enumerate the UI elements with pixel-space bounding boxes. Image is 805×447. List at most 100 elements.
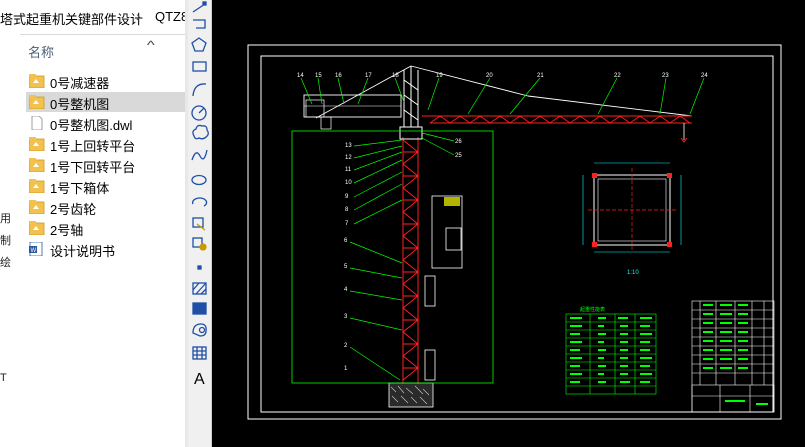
table-title: 起重性能表 (580, 306, 605, 313)
arc-tool-icon (192, 83, 207, 97)
callout-15: 15 (315, 73, 322, 79)
callout-7: 7 (345, 221, 349, 227)
callout-3: 3 (344, 314, 348, 320)
base-plan-detail (582, 162, 682, 253)
callout-25: 25 (455, 153, 462, 159)
callout-14: 14 (297, 73, 304, 79)
callout-6: 6 (344, 238, 348, 244)
make-block-icon (192, 237, 207, 251)
draw-toolbar: A (188, 0, 212, 447)
callout-20: 20 (486, 73, 493, 79)
word-doc-icon: W (29, 241, 45, 257)
callout-1: 1 (344, 366, 348, 372)
cad-file-icon (28, 74, 45, 89)
callout-10: 10 (345, 180, 352, 186)
ellipse-tool-icon (191, 174, 207, 186)
breadcrumb-separator-icon[interactable]: › (136, 8, 141, 24)
rectangle-tool-icon (192, 61, 207, 72)
file-name-label: 1号下回转平台 (50, 160, 136, 175)
callout-19: 19 (436, 73, 443, 79)
line-tool-icon (192, 1, 207, 13)
blank-file-icon (29, 115, 45, 131)
file-name-label: 1号下箱体 (50, 181, 110, 196)
scale-label: 1:10 (627, 270, 639, 276)
cad-file-icon (28, 179, 45, 194)
callout-21: 21 (537, 73, 544, 79)
callout-12: 12 (345, 155, 352, 161)
file-list-item[interactable]: 2号轴 (26, 218, 185, 238)
main-jib (422, 115, 692, 124)
toolbar-icons: A (191, 1, 209, 388)
title-block (691, 300, 775, 413)
spline-tool-icon (191, 149, 208, 161)
cad-file-icon (28, 95, 45, 110)
callout-24: 24 (701, 73, 708, 79)
cabin-box (444, 197, 460, 206)
nav-fragment[interactable]: T (0, 372, 7, 384)
address-bar[interactable]: 塔式起重机关键部件设计 › QTZ8 (0, 0, 185, 35)
cad-drawing-canvas[interactable]: 14 15 16 17 18 19 20 21 22 23 24 26 25 1… (212, 0, 805, 447)
polygon-tool-icon (191, 37, 207, 52)
outer-border (247, 44, 782, 420)
revcloud-tool-icon (192, 124, 209, 140)
file-name-label: 设计说明书 (50, 244, 116, 259)
tower-mast (402, 137, 419, 384)
file-list-item[interactable]: 1号上回转平台 (26, 134, 185, 154)
ellipse-arc-tool-icon (191, 197, 208, 207)
point-tool-icon (197, 265, 202, 270)
region-tool-icon (192, 323, 207, 337)
file-list-item[interactable]: 0号整机图 (26, 92, 185, 112)
file-list-item[interactable]: 1号下回转平台 (26, 155, 185, 175)
breadcrumb-folder[interactable]: 塔式起重机关键部件设计 (0, 9, 143, 28)
file-name-label: 1号上回转平台 (50, 139, 136, 154)
nav-fragment[interactable]: 用 (0, 210, 11, 226)
table-tool-icon (192, 346, 207, 360)
polyline-tool-icon (193, 19, 206, 29)
callout-13: 13 (345, 143, 352, 149)
file-list-item[interactable]: 0号减速器 (26, 71, 185, 91)
crane-drawing: 14 15 16 17 18 19 20 21 22 23 24 26 25 1… (247, 44, 782, 420)
gradient-tool-icon (192, 302, 207, 315)
callout-5: 5 (344, 264, 348, 270)
cad-file-icon (28, 137, 45, 152)
sort-chevron-up-icon[interactable]: ^ (147, 38, 155, 52)
name-column-header[interactable]: 名称 (28, 42, 54, 61)
callout-26: 26 (455, 139, 462, 145)
nav-fragment[interactable]: 绘 (0, 254, 11, 270)
file-name-label: 0号减速器 (50, 76, 110, 91)
breadcrumb-next-folder[interactable]: QTZ8 (155, 9, 185, 24)
navigation-pane: 用 制 绘 T (0, 34, 20, 447)
callout-11: 11 (345, 167, 352, 173)
file-explorer-pane: 塔式起重机关键部件设计 › QTZ8 用 制 绘 T 名称 ^ 0号减速器 0号整… (0, 0, 185, 447)
file-name-label: 2号轴 (50, 223, 84, 238)
file-list-item[interactable]: 1号下箱体 (26, 176, 185, 196)
tower-head (399, 66, 423, 140)
cad-file-icon (28, 158, 45, 173)
file-list-item[interactable]: 0号整机图.dwl (26, 113, 185, 133)
circle-tool-icon (191, 105, 207, 121)
file-name-label: 0号整机图.dwl (50, 118, 133, 133)
callout-17: 17 (365, 73, 372, 79)
tie-rods (315, 65, 693, 119)
file-list-item[interactable]: W 设计说明书 (26, 239, 185, 259)
callout-18: 18 (392, 73, 399, 79)
callout-16: 16 (335, 73, 342, 79)
callout-9: 9 (345, 194, 349, 200)
svg-text:W: W (31, 248, 37, 254)
callout-23: 23 (662, 73, 669, 79)
file-name-label: 2号齿轮 (50, 202, 97, 217)
callout-22: 22 (614, 73, 621, 79)
hatch-tool-icon (192, 282, 207, 295)
mtext-tool-icon: A (194, 371, 205, 388)
file-list-item[interactable]: 2号齿轮 (26, 197, 185, 217)
cad-file-icon (28, 221, 45, 236)
callout-2: 2 (344, 343, 348, 349)
table-cell-marks (570, 317, 652, 383)
inner-border (260, 55, 774, 413)
nav-fragment[interactable]: 制 (0, 232, 11, 248)
outline-boxes (291, 130, 494, 384)
callout-4: 4 (344, 287, 348, 293)
counter-jib (303, 94, 402, 130)
callout-8: 8 (345, 207, 349, 213)
cad-file-icon (28, 200, 45, 215)
